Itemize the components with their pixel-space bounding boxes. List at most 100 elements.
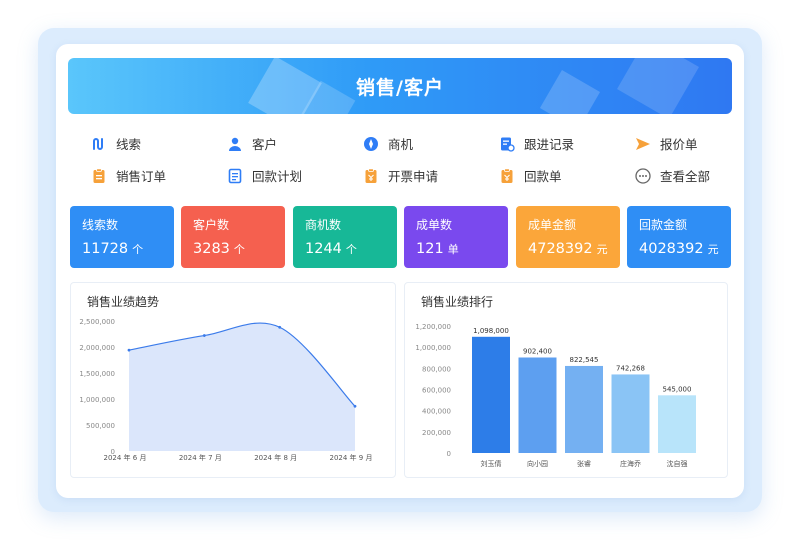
stat-card[interactable]: 成单金额 4728392 元 — [516, 206, 620, 268]
clipboard-icon — [90, 167, 108, 185]
bar-value-label: 1,098,000 — [473, 327, 509, 335]
quick-link-item[interactable]: 客户 — [226, 134, 277, 153]
y-tick-label: 1,000,000 — [79, 396, 115, 404]
stat-value: 3283 个 — [193, 241, 273, 257]
bar-value-label: 822,545 — [570, 356, 599, 364]
stat-number: 4028392 — [639, 241, 704, 257]
quick-link-label: 商机 — [388, 137, 414, 152]
bar[interactable] — [565, 365, 603, 453]
bar[interactable] — [518, 357, 557, 453]
quick-link-item[interactable]: 跟进记录 — [498, 134, 574, 153]
quick-link-item[interactable]: 销售订单 — [90, 166, 166, 185]
quick-link-label: 报价单 — [660, 137, 698, 152]
stat-unit: 个 — [345, 243, 357, 256]
data-point[interactable] — [278, 325, 282, 329]
y-tick-label: 2,000,000 — [79, 344, 115, 352]
y-tick-label: 1,200,000 — [415, 323, 451, 331]
y-tick-label: 400,000 — [422, 408, 451, 416]
page-title: 销售/客户 — [356, 76, 444, 99]
trend-chart: 销售业绩趋势 0 500,000 1,000,000 1,500,000 2,000,0… — [70, 282, 396, 478]
bar[interactable] — [658, 395, 696, 453]
y-tick-label: 800,000 — [422, 365, 451, 373]
bar[interactable] — [611, 374, 650, 453]
compass-icon — [362, 135, 380, 153]
stat-label: 线索数 — [82, 218, 119, 232]
stat-label: 商机数 — [305, 218, 342, 232]
y-tick-label: 200,000 — [422, 429, 451, 437]
bar-value-label: 902,400 — [523, 347, 552, 355]
quick-link-label: 销售订单 — [116, 169, 167, 184]
data-point[interactable] — [353, 404, 357, 408]
stat-number: 11728 — [82, 241, 129, 257]
stat-label: 回款金额 — [639, 218, 688, 232]
receipt-icon — [498, 167, 516, 185]
record-icon — [498, 135, 516, 153]
stat-unit: 元 — [596, 243, 608, 256]
quick-link-label: 客户 — [252, 137, 278, 152]
stat-card[interactable]: 商机数 1244 个 — [293, 206, 397, 268]
stat-unit: 元 — [707, 243, 719, 256]
stat-unit: 个 — [132, 243, 144, 256]
stat-card[interactable]: 线索数 11728 个 — [70, 206, 174, 268]
area-fill — [129, 323, 355, 451]
ranking-chart-svg: 0 200,000 400,000 600,000 800,000 1,000,000 1,… — [415, 323, 696, 468]
stat-card[interactable]: 客户数 3283 个 — [181, 206, 285, 268]
stat-value: 1244 个 — [305, 241, 385, 257]
bar-value-label: 742,268 — [616, 364, 645, 372]
quick-link-label: 线索 — [116, 137, 142, 152]
bar-value-label: 545,000 — [663, 385, 692, 393]
quick-link-item[interactable]: 回款计划 — [226, 166, 302, 185]
y-tick-label: 0 — [447, 450, 451, 458]
x-tick-label: 2024 年 7 月 — [179, 453, 222, 462]
x-tick-label: 2024 年 6 月 — [104, 453, 147, 462]
stat-label: 成单金额 — [528, 218, 577, 232]
x-tick-label: 庄海乔 — [620, 459, 641, 468]
data-point[interactable] — [202, 334, 206, 337]
quick-link-label: 回款计划 — [252, 169, 303, 184]
path-icon — [90, 135, 108, 153]
stat-number: 1244 — [305, 241, 342, 257]
more-icon — [634, 167, 652, 185]
header-banner: 销售/客户 — [68, 58, 732, 114]
send-icon — [634, 135, 652, 153]
x-tick-label: 张睿 — [577, 459, 591, 468]
quick-link-item[interactable]: 查看全部 — [634, 166, 710, 185]
bar[interactable] — [472, 336, 510, 453]
y-tick-label: 1,000,000 — [415, 344, 451, 352]
stat-number: 121 — [416, 241, 444, 257]
trend-chart-svg: 0500,0001,000,0001,500,0002,000,0002,500… — [79, 318, 373, 462]
stat-card[interactable]: 成单数 121 单 — [404, 206, 508, 268]
x-tick-label: 向小园 — [527, 459, 548, 468]
quick-link-item[interactable]: 回款单 — [498, 166, 562, 185]
quick-link-label: 跟进记录 — [524, 137, 575, 152]
user-icon — [226, 135, 244, 153]
stat-card[interactable]: 回款金额 4028392 元 — [627, 206, 731, 268]
y-tick-label: 500,000 — [86, 422, 115, 430]
stat-unit: 单 — [447, 243, 459, 256]
x-tick-label: 2024 年 8 月 — [254, 453, 297, 462]
stat-value: 4728392 元 — [528, 241, 608, 257]
stat-number: 3283 — [193, 241, 230, 257]
quick-link-item[interactable]: 线索 — [90, 134, 141, 153]
x-tick-label: 沈自强 — [667, 459, 688, 468]
quick-link-label: 开票申请 — [388, 169, 439, 184]
y-tick-label: 1,500,000 — [79, 370, 115, 378]
stat-value: 121 单 — [416, 241, 496, 257]
quick-link-item[interactable]: 商机 — [362, 134, 413, 153]
quick-link-item[interactable]: 开票申请 — [362, 166, 438, 185]
quick-link-item[interactable]: 报价单 — [634, 134, 698, 153]
document-icon — [226, 167, 244, 185]
invoice-icon — [362, 167, 380, 185]
quick-link-label: 回款单 — [524, 169, 562, 184]
quick-link-label: 查看全部 — [660, 169, 711, 184]
ranking-chart: 销售业绩排行 0 200,000 400,000 600,000 800,000 1,00… — [404, 282, 728, 478]
stat-label: 客户数 — [193, 218, 230, 232]
data-point[interactable] — [127, 348, 131, 352]
quick-links: 线索 客户 商机 跟进记录 报价单销售订单 回款计划 开票申请 回款单 查看全部 — [84, 130, 724, 194]
x-tick-label: 刘玉倩 — [481, 459, 502, 468]
stat-unit: 个 — [233, 243, 245, 256]
y-tick-label: 2,500,000 — [79, 318, 115, 326]
x-tick-label: 2024 年 9 月 — [330, 453, 373, 462]
stat-value: 4028392 元 — [639, 241, 719, 257]
stat-label: 成单数 — [416, 218, 453, 232]
